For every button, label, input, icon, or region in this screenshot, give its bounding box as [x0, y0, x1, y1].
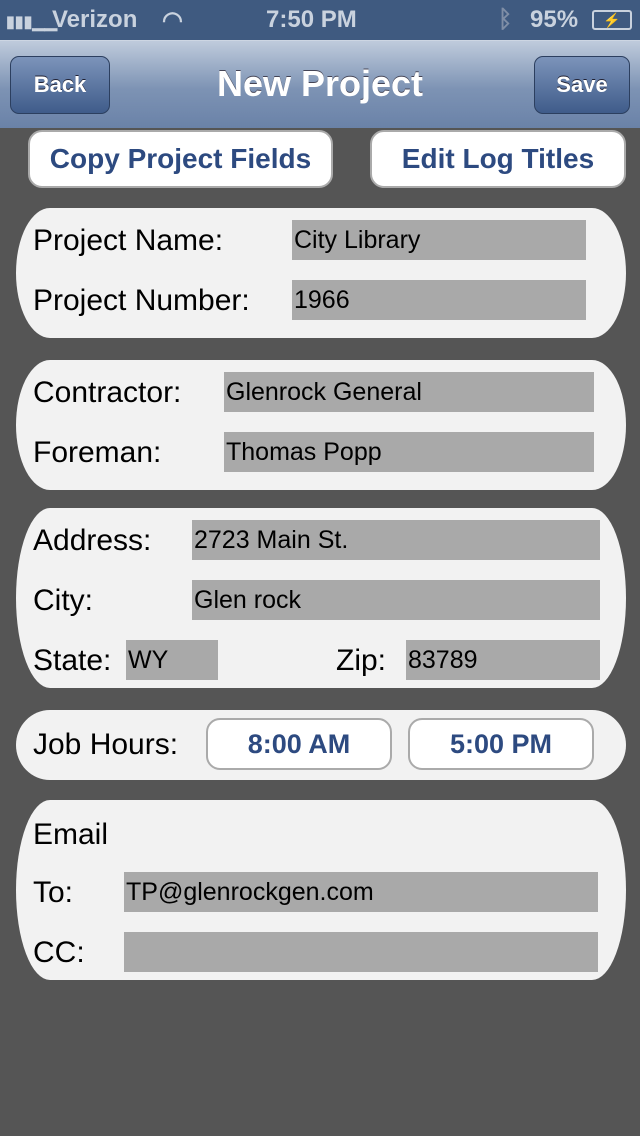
project-name-label: Project Name: — [33, 224, 224, 257]
city-label: City: — [33, 584, 93, 617]
clock: 7:50 PM — [266, 6, 357, 33]
zip-input[interactable]: 83789 — [406, 640, 600, 680]
contractor-label: Contractor: — [33, 376, 182, 409]
state-input[interactable]: WY — [126, 640, 218, 680]
project-number-label: Project Number: — [33, 284, 250, 317]
address-label: Address: — [33, 524, 152, 557]
job-hours-panel: Job Hours: 8:00 AM 5:00 PM — [16, 710, 626, 780]
wifi-icon: ◠ — [162, 7, 183, 34]
city-input[interactable]: Glen rock — [192, 580, 600, 620]
bluetooth-icon: ᛒ — [498, 6, 513, 33]
foreman-label: Foreman: — [33, 436, 162, 469]
to-label: To: — [33, 876, 74, 909]
zip-label: Zip: — [336, 644, 387, 677]
email-to-input[interactable]: TP@glenrockgen.com — [124, 872, 598, 912]
project-panel: Project Name: City Library Project Numbe… — [16, 208, 626, 338]
battery-percent: 95% — [530, 6, 579, 33]
cc-label: CC: — [33, 936, 85, 969]
project-number-input[interactable]: 1966 — [292, 280, 586, 320]
contractor-input[interactable]: Glenrock General — [224, 372, 594, 412]
address-input[interactable]: 2723 Main St. — [192, 520, 600, 560]
email-heading: Email — [33, 818, 109, 851]
job-hours-label: Job Hours: — [33, 728, 179, 761]
battery-icon: ⚡ — [592, 10, 632, 30]
copy-project-fields-button[interactable]: Copy Project Fields — [28, 130, 333, 188]
edit-log-titles-button[interactable]: Edit Log Titles — [370, 130, 626, 188]
signal-icon: ▮▮▮▁▁ — [6, 14, 58, 31]
status-bar: ▮▮▮▁▁ Verizon ◠ 7:50 PM ᛒ 95% ⚡ — [0, 0, 640, 40]
email-cc-input[interactable] — [124, 932, 598, 972]
state-label: State: — [33, 644, 112, 677]
email-panel: Email To: TP@glenrockgen.com CC: — [16, 800, 626, 980]
carrier: Verizon — [52, 6, 138, 33]
project-name-input[interactable]: City Library — [292, 220, 586, 260]
end-time-button[interactable]: 5:00 PM — [408, 718, 594, 770]
navigation-bar: Back New Project Save — [0, 40, 640, 128]
save-button[interactable]: Save — [534, 56, 630, 114]
address-panel: Address: 2723 Main St. City: Glen rock S… — [16, 508, 626, 688]
crew-panel: Contractor: Glenrock General Foreman: Th… — [16, 360, 626, 490]
foreman-input[interactable]: Thomas Popp — [224, 432, 594, 472]
start-time-button[interactable]: 8:00 AM — [206, 718, 392, 770]
